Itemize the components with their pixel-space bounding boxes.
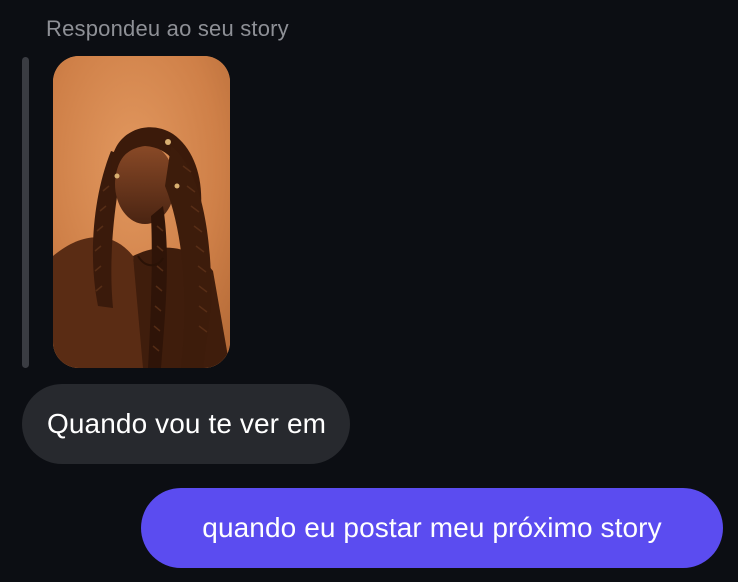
story-photo-icon <box>53 56 230 368</box>
sent-message-bubble[interactable]: quando eu postar meu próximo story <box>141 488 723 568</box>
story-thumbnail[interactable] <box>53 56 230 368</box>
story-reply-caption: Respondeu ao seu story <box>46 16 289 41</box>
received-message-bubble[interactable]: Quando vou te ver em <box>22 384 351 464</box>
dm-thread: Respondeu ao seu story Quando vou te ver… <box>0 0 738 582</box>
story-reply-quote-bar <box>22 57 29 368</box>
